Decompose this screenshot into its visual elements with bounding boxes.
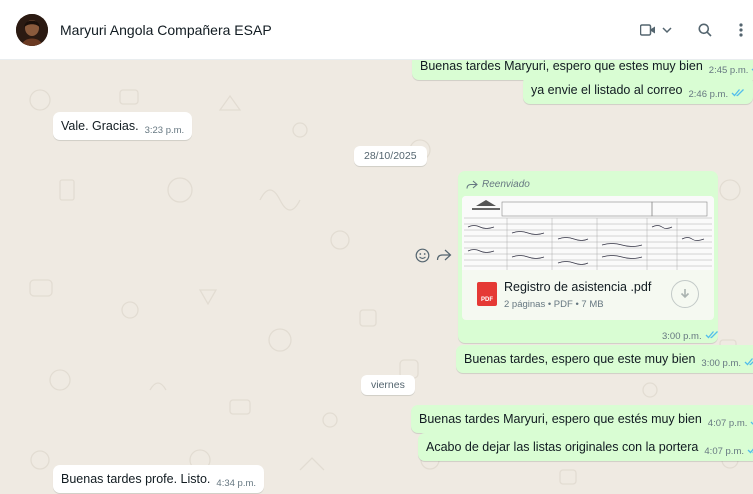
message-time: 4:34 p.m. <box>216 478 257 489</box>
message-text: Acabo de dejar las listas originales con… <box>426 440 699 454</box>
message-outgoing[interactable]: Buenas tardes Maryuri, espero que estés … <box>411 405 753 433</box>
document-preview[interactable] <box>462 196 714 270</box>
message-time: 3:23 p.m. <box>144 125 185 136</box>
forwarded-label: Reenviado <box>466 179 530 190</box>
document-file-row[interactable]: PDF Registro de asistencia .pdf 2 página… <box>462 270 714 320</box>
forward-arrow-icon <box>466 180 478 189</box>
read-ticks-icon <box>744 354 753 371</box>
message-incoming[interactable]: Vale. Gracias. 3:23 p.m. <box>53 112 193 140</box>
message-text: ya envie el listado al correo <box>531 83 683 97</box>
message-outgoing[interactable]: Acabo de dejar las listas originales con… <box>418 433 753 461</box>
message-time: 3:00 p.m. <box>701 358 742 369</box>
read-ticks-icon <box>731 85 745 102</box>
message-outgoing[interactable]: Buenas tardes, espero que este muy bien 3… <box>456 345 753 373</box>
message-outgoing[interactable]: ya envie el listado al correo 2:46 p.m. <box>523 76 753 104</box>
menu-icon[interactable] <box>730 20 752 40</box>
chat-header: Maryuri Angola Compañera ESAP <box>0 0 753 60</box>
read-ticks-icon <box>747 442 753 459</box>
message-time: 2:46 p.m. <box>688 89 729 100</box>
message-text: Vale. Gracias. <box>61 119 139 133</box>
chat-area[interactable]: Buenas tardes Maryuri, espero que estes … <box>0 60 753 494</box>
contact-avatar[interactable] <box>16 14 48 46</box>
message-time: 4:07 p.m. <box>704 446 744 457</box>
document-name: Registro de asistencia .pdf <box>504 280 652 294</box>
forward-icon[interactable] <box>435 246 453 264</box>
pdf-file-icon: PDF <box>477 282 497 306</box>
contact-name[interactable]: Maryuri Angola Compañera ESAP <box>60 22 272 38</box>
read-ticks-icon <box>705 326 719 344</box>
document-meta: 2 páginas • PDF • 7 MB <box>504 299 604 310</box>
date-separator: 28/10/2025 <box>354 146 427 166</box>
search-icon[interactable] <box>694 20 716 40</box>
message-text: Buenas tardes Maryuri, espero que estés … <box>419 412 702 426</box>
message-time: 4:07 p.m. <box>707 418 748 429</box>
message-time: 2:45 p.m. <box>708 65 749 76</box>
download-icon[interactable] <box>671 280 699 308</box>
emoji-reaction-icon[interactable] <box>413 246 431 264</box>
message-text: Buenas tardes profe. Listo. <box>61 472 211 486</box>
chevron-down-icon[interactable] <box>656 20 678 40</box>
message-text: Buenas tardes, espero que este muy bien <box>464 352 696 366</box>
message-text: Buenas tardes Maryuri, espero que estes … <box>420 60 703 73</box>
date-separator: viernes <box>361 375 415 395</box>
document-timestamp: 3:00 p.m. <box>662 326 719 344</box>
message-incoming[interactable]: Buenas tardes profe. Listo. 4:34 p.m. <box>53 465 265 493</box>
